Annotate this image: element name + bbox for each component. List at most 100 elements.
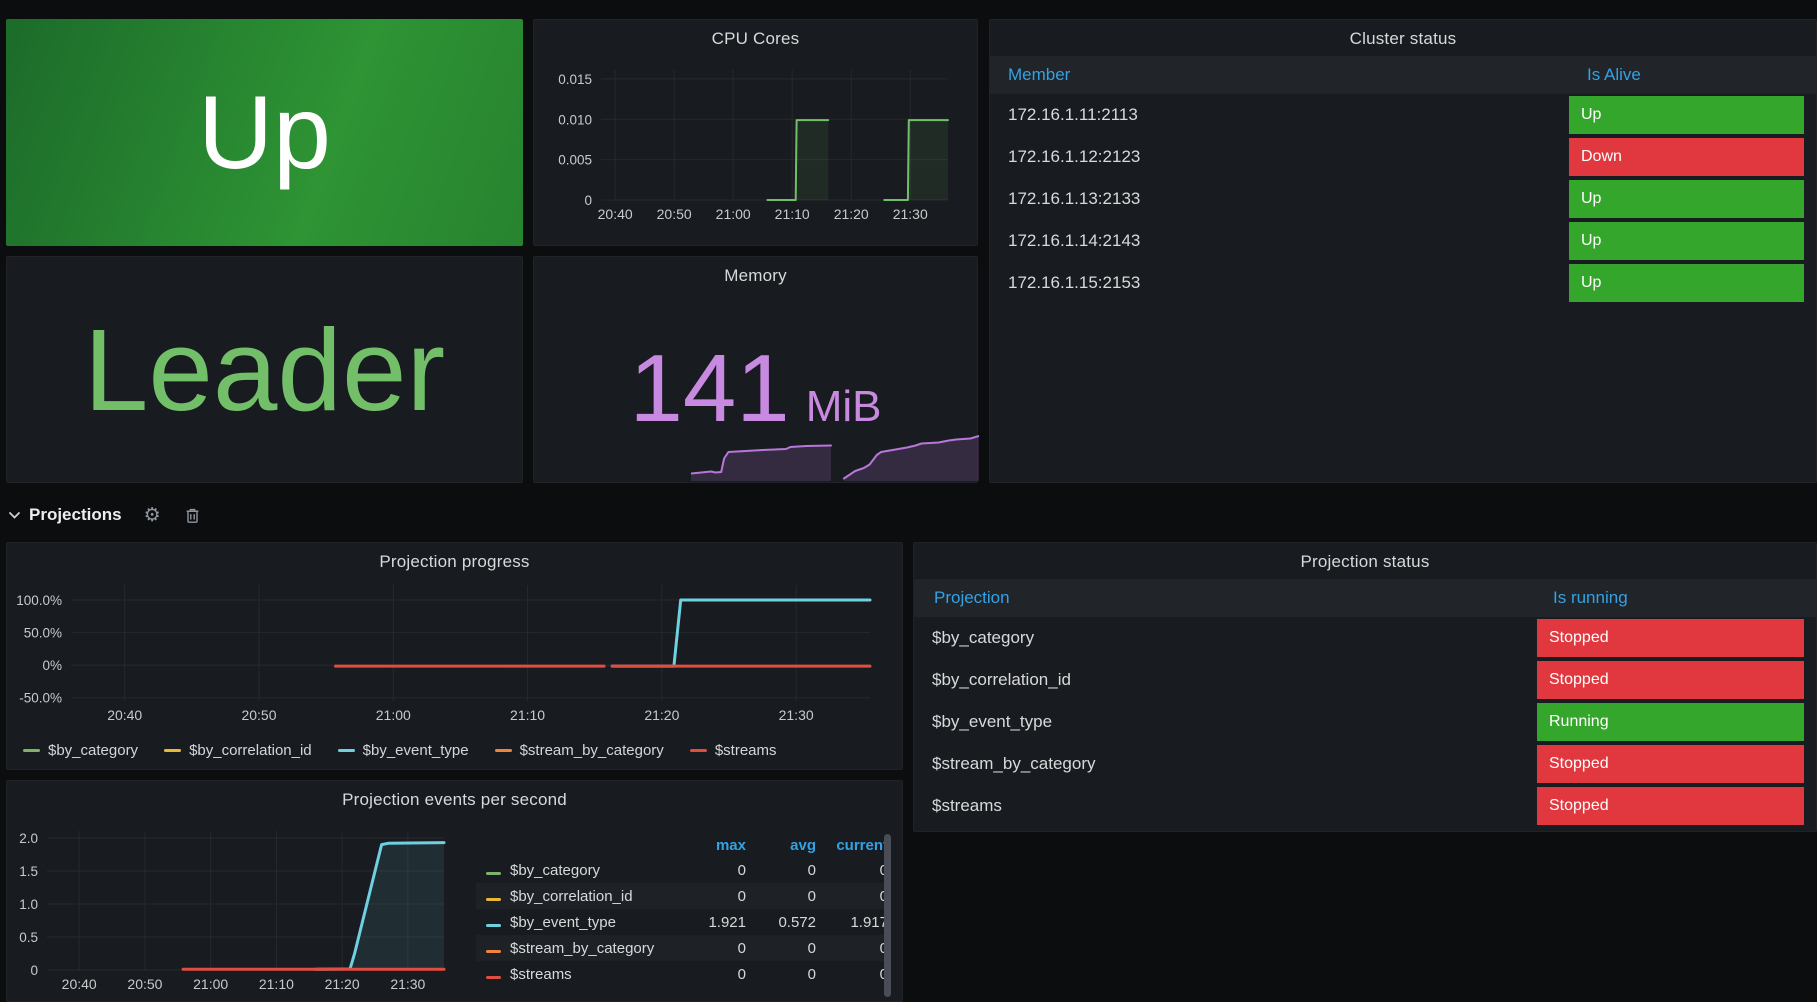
svg-text:20:50: 20:50 xyxy=(127,976,162,992)
series-avg: 0.572 xyxy=(746,914,816,931)
svg-text:1.5: 1.5 xyxy=(19,864,38,879)
svg-text:2.0: 2.0 xyxy=(19,831,38,846)
legend-scrollbar[interactable] xyxy=(884,834,891,997)
series-color-dash xyxy=(23,749,40,752)
series-color-dash xyxy=(690,749,707,752)
memory-sparkline xyxy=(691,429,979,482)
column-header-member[interactable]: Member xyxy=(1008,56,1070,94)
node-status-value: Up xyxy=(198,81,331,185)
grafana-dashboard: Up Leader CPU Cores 20:4020:5021:0021:10… xyxy=(0,0,1817,1002)
panel-memory: Memory 141MiB xyxy=(533,256,978,483)
memory-title[interactable]: Memory xyxy=(534,266,977,286)
svg-text:0.015: 0.015 xyxy=(558,72,592,87)
panel-cluster-status: Cluster status Member Is Alive 172.16.1.… xyxy=(989,19,1817,483)
series-name: $streams xyxy=(510,966,682,983)
projection-events-chart[interactable]: 20:4020:5021:0021:1021:2021:3000.51.01.5… xyxy=(15,815,460,997)
svg-text:0.5: 0.5 xyxy=(19,930,38,945)
legend-row[interactable]: $stream_by_category 0 0 0 xyxy=(476,935,888,961)
panel-projection-status: Projection status Projection Is running … xyxy=(913,542,1817,832)
projection-name: $streams xyxy=(932,785,1002,827)
svg-text:0.005: 0.005 xyxy=(558,153,592,168)
panel-node-status: Up xyxy=(6,19,523,246)
svg-text:0: 0 xyxy=(584,193,592,208)
svg-text:21:00: 21:00 xyxy=(716,206,751,222)
svg-text:21:10: 21:10 xyxy=(259,976,294,992)
projection-progress-title[interactable]: Projection progress xyxy=(7,552,902,572)
node-role-value: Leader xyxy=(84,312,445,428)
column-header-is-running[interactable]: Is running xyxy=(1553,579,1628,617)
dashboard-row-projections: Projections ⚙ xyxy=(8,498,200,532)
projection-status-title[interactable]: Projection status xyxy=(914,552,1816,572)
memory-unit: MiB xyxy=(806,382,882,431)
series-avg: 0 xyxy=(746,966,816,983)
status-badge: Stopped xyxy=(1537,787,1804,825)
svg-text:20:50: 20:50 xyxy=(657,206,692,222)
table-row: $streams Stopped xyxy=(914,785,1816,827)
svg-text:20:50: 20:50 xyxy=(241,707,276,723)
svg-text:0%: 0% xyxy=(42,658,62,673)
series-color-dash xyxy=(495,749,512,752)
column-header-projection[interactable]: Projection xyxy=(934,579,1010,617)
series-name: $by_category xyxy=(510,862,682,879)
table-row: 172.16.1.14:2143 Up xyxy=(990,220,1816,262)
projection-name: $by_category xyxy=(932,617,1034,659)
legend-row[interactable]: $by_category 0 0 0 xyxy=(476,857,888,883)
series-avg: 0 xyxy=(746,940,816,957)
column-header-max[interactable]: max xyxy=(682,837,746,854)
series-current: 1.917 xyxy=(816,914,888,931)
legend-table-header: max avg current xyxy=(476,833,888,857)
legend-item[interactable]: $by_correlation_id xyxy=(164,742,312,759)
gear-icon[interactable]: ⚙ xyxy=(144,506,161,525)
series-max: 0 xyxy=(682,966,746,983)
series-current: 0 xyxy=(816,940,888,957)
panel-cpu-cores: CPU Cores 20:4020:5021:0021:1021:2021:30… xyxy=(533,19,978,246)
svg-text:50.0%: 50.0% xyxy=(24,626,62,641)
trash-icon[interactable] xyxy=(185,507,200,524)
column-header-is-alive[interactable]: Is Alive xyxy=(1587,56,1641,94)
svg-text:100.0%: 100.0% xyxy=(16,593,62,608)
series-current: 0 xyxy=(816,966,888,983)
projection-events-title[interactable]: Projection events per second xyxy=(7,790,902,810)
progress-legend: $by_category $by_correlation_id $by_even… xyxy=(23,742,777,759)
row-title-projections[interactable]: Projections xyxy=(29,505,122,525)
table-row: $by_event_type Running xyxy=(914,701,1816,743)
projection-name: $by_correlation_id xyxy=(932,659,1071,701)
chevron-down-icon[interactable] xyxy=(8,511,21,520)
status-badge: Up xyxy=(1569,222,1804,260)
cpu-cores-chart[interactable]: 20:4020:5021:0021:1021:2021:3000.0050.01… xyxy=(542,56,971,238)
projection-progress-chart[interactable]: 20:4020:5021:0021:1021:2021:30-50.0%0%50… xyxy=(15,577,896,727)
legend-item[interactable]: $streams xyxy=(690,742,777,759)
status-badge: Running xyxy=(1537,703,1804,741)
legend-label: $by_event_type xyxy=(363,742,469,759)
legend-item[interactable]: $by_category xyxy=(23,742,138,759)
status-badge: Stopped xyxy=(1537,619,1804,657)
legend-item[interactable]: $stream_by_category xyxy=(495,742,664,759)
legend-row[interactable]: $streams 0 0 0 xyxy=(476,961,888,987)
legend-row[interactable]: $by_correlation_id 0 0 0 xyxy=(476,883,888,909)
legend-row[interactable]: $by_event_type 1.921 0.572 1.917 xyxy=(476,909,888,935)
svg-text:21:30: 21:30 xyxy=(390,976,425,992)
column-header-current[interactable]: current xyxy=(816,837,888,854)
table-row: $by_category Stopped xyxy=(914,617,1816,659)
status-badge: Up xyxy=(1569,264,1804,302)
table-row: 172.16.1.11:2113 Up xyxy=(990,94,1816,136)
cluster-status-title[interactable]: Cluster status xyxy=(990,29,1816,49)
series-color-dash xyxy=(164,749,181,752)
legend-label: $stream_by_category xyxy=(520,742,664,759)
status-table-rows: $by_category Stopped $by_correlation_id … xyxy=(914,617,1816,827)
svg-text:21:00: 21:00 xyxy=(376,707,411,723)
status-badge: Down xyxy=(1569,138,1804,176)
memory-value: 141 xyxy=(630,335,790,442)
cpu-cores-title[interactable]: CPU Cores xyxy=(534,29,977,49)
legend-item[interactable]: $by_event_type xyxy=(338,742,469,759)
svg-text:21:30: 21:30 xyxy=(779,707,814,723)
svg-text:21:10: 21:10 xyxy=(775,206,810,222)
series-color-dash xyxy=(486,898,501,901)
svg-text:0: 0 xyxy=(30,963,38,978)
column-header-avg[interactable]: avg xyxy=(746,837,816,854)
svg-text:21:30: 21:30 xyxy=(893,206,928,222)
series-color-dash xyxy=(486,872,501,875)
memory-stat: 141MiB xyxy=(534,341,977,437)
status-badge: Stopped xyxy=(1537,745,1804,783)
svg-text:1.0: 1.0 xyxy=(19,897,38,912)
